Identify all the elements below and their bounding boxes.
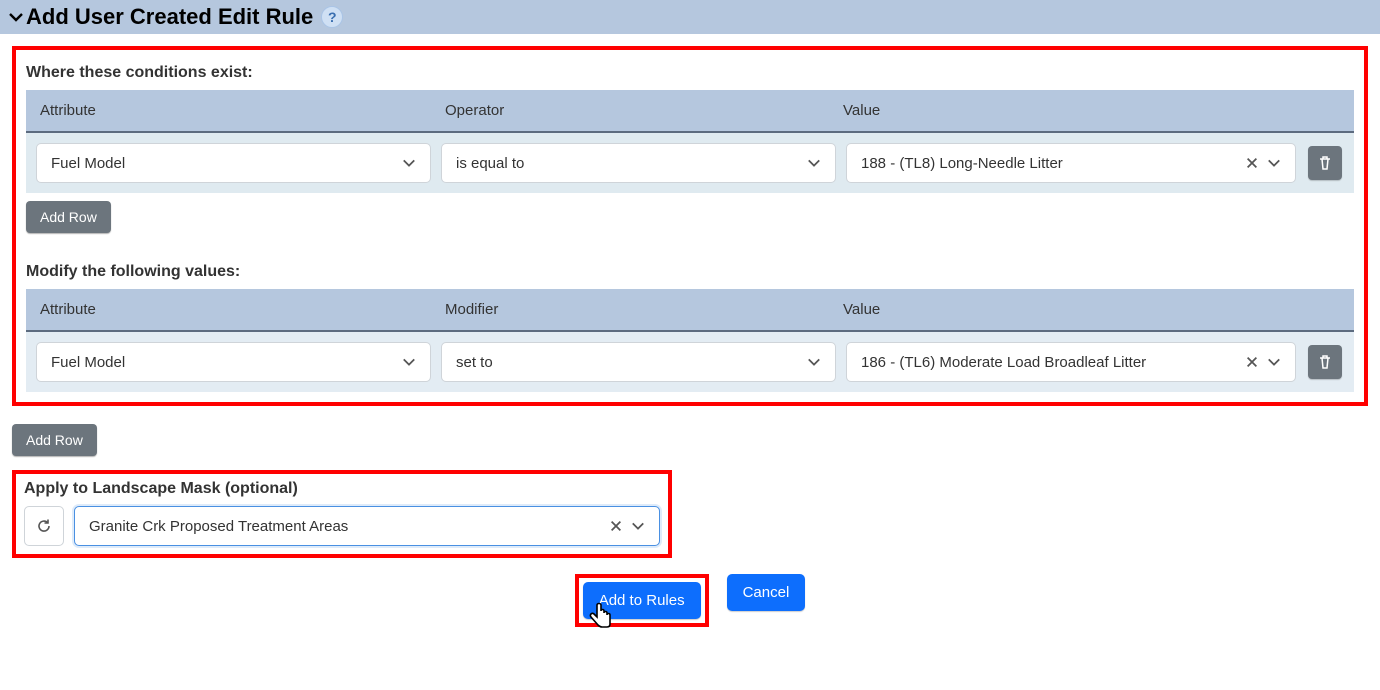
panel-title: Add User Created Edit Rule: [26, 4, 313, 30]
col-attribute: Attribute: [40, 102, 445, 119]
col-operator: Operator: [445, 102, 843, 119]
condition-attribute-value: Fuel Model: [51, 155, 394, 172]
chevron-down-icon: [1267, 355, 1281, 369]
condition-value-select[interactable]: 188 - (TL8) Long-Needle Litter: [846, 143, 1296, 183]
modification-attribute-value: Fuel Model: [51, 354, 394, 371]
modification-attribute-select[interactable]: Fuel Model: [36, 342, 431, 382]
mask-select[interactable]: Granite Crk Proposed Treatment Areas: [74, 506, 660, 546]
modification-modifier-select[interactable]: set to: [441, 342, 836, 382]
chevron-down-icon: [631, 519, 645, 533]
col-attribute: Attribute: [40, 301, 445, 318]
condition-value-text: 188 - (TL8) Long-Needle Litter: [861, 155, 1237, 172]
add-condition-row-button[interactable]: Add Row: [26, 201, 111, 233]
refresh-icon: [36, 518, 52, 534]
col-modifier: Modifier: [445, 301, 843, 318]
chevron-down-icon: [807, 355, 821, 369]
trash-icon: [1317, 354, 1333, 370]
modification-value-text: 186 - (TL6) Moderate Load Broadleaf Litt…: [861, 354, 1237, 371]
modifications-header-row: Attribute Modifier Value: [26, 289, 1354, 332]
col-value: Value: [843, 102, 1340, 119]
mask-highlight: Apply to Landscape Mask (optional) Grani…: [12, 470, 672, 558]
condition-attribute-select[interactable]: Fuel Model: [36, 143, 431, 183]
chevron-down-icon: [402, 355, 416, 369]
condition-operator-value: is equal to: [456, 155, 799, 172]
clear-icon[interactable]: [609, 519, 623, 533]
cancel-button[interactable]: Cancel: [727, 574, 806, 611]
mask-heading: Apply to Landscape Mask (optional): [24, 480, 660, 498]
condition-row: Fuel Model is equal to 188 - (TL8) Long-…: [26, 133, 1354, 193]
chevron-down-icon[interactable]: [8, 9, 24, 25]
delete-modification-button[interactable]: [1308, 345, 1342, 379]
chevron-down-icon: [1267, 156, 1281, 170]
add-modification-row-button[interactable]: Add Row: [12, 424, 97, 456]
chevron-down-icon: [807, 156, 821, 170]
clear-icon[interactable]: [1245, 355, 1259, 369]
modifications-heading: Modify the following values:: [26, 263, 1354, 281]
help-icon[interactable]: ?: [321, 6, 343, 28]
col-value: Value: [843, 301, 1340, 318]
add-to-rules-highlight: Add to Rules: [575, 574, 709, 627]
modification-modifier-value: set to: [456, 354, 799, 371]
chevron-down-icon: [402, 156, 416, 170]
modification-row: Fuel Model set to 186 - (TL6) Moderate L…: [26, 332, 1354, 392]
delete-condition-button[interactable]: [1308, 146, 1342, 180]
clear-icon[interactable]: [1245, 156, 1259, 170]
refresh-mask-button[interactable]: [24, 506, 64, 546]
modification-value-select[interactable]: 186 - (TL6) Moderate Load Broadleaf Litt…: [846, 342, 1296, 382]
condition-operator-select[interactable]: is equal to: [441, 143, 836, 183]
mask-value: Granite Crk Proposed Treatment Areas: [89, 518, 601, 535]
conditions-heading: Where these conditions exist:: [26, 64, 1354, 82]
trash-icon: [1317, 155, 1333, 171]
conditions-header-row: Attribute Operator Value: [26, 90, 1354, 133]
add-to-rules-button[interactable]: Add to Rules: [583, 582, 701, 619]
conditions-and-modifications-highlight: Where these conditions exist: Attribute …: [12, 46, 1368, 406]
panel-header[interactable]: Add User Created Edit Rule ?: [0, 0, 1380, 34]
